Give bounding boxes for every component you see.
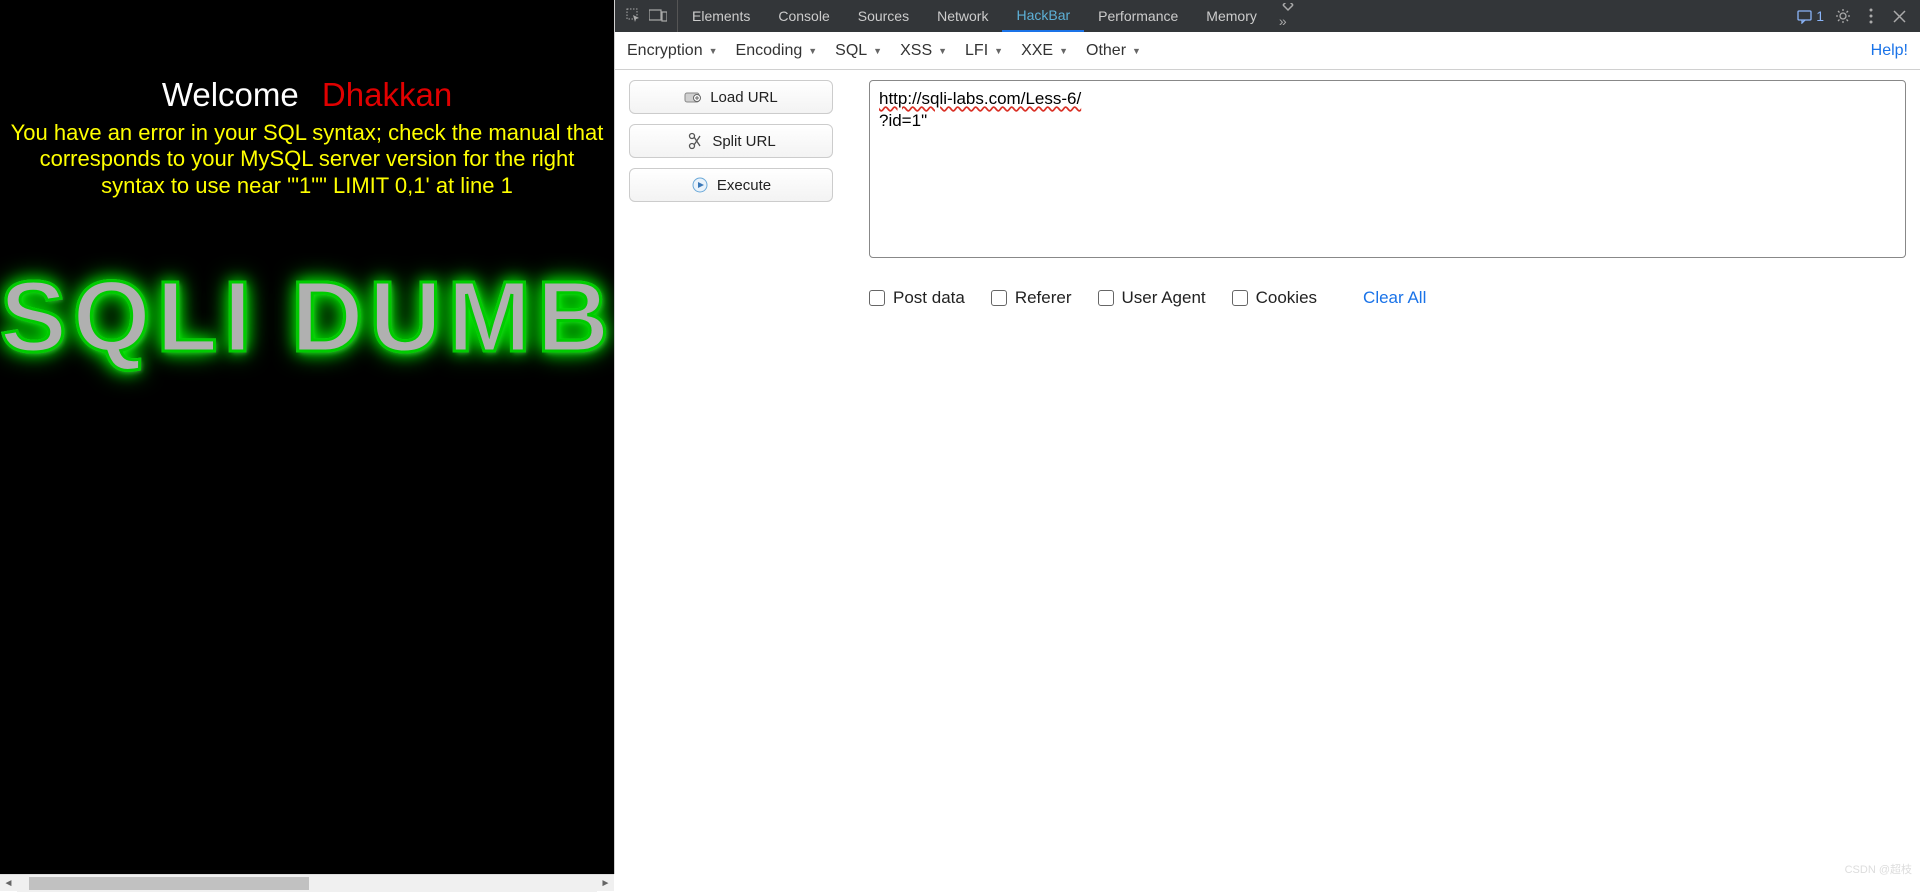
devtools-panel: Elements Console Sources Network HackBar… — [614, 0, 1920, 874]
help-link[interactable]: Help! — [1871, 42, 1908, 60]
sqli-banner: SQLI DUMB — [0, 260, 614, 375]
scroll-thumb[interactable] — [29, 877, 309, 890]
checkbox-user-agent[interactable]: User Agent — [1098, 288, 1206, 308]
scroll-track[interactable] — [17, 875, 597, 892]
clear-all-link[interactable]: Clear All — [1363, 288, 1426, 308]
welcome-text: Welcome — [162, 76, 299, 113]
device-toolbar-icon[interactable] — [649, 7, 667, 25]
tab-hackbar[interactable]: HackBar — [1002, 0, 1084, 32]
scroll-left-arrow[interactable]: ◄ — [0, 875, 17, 892]
load-url-button[interactable]: Load URL — [629, 80, 833, 114]
settings-icon[interactable] — [1834, 7, 1852, 25]
checkbox-referer[interactable]: Referer — [991, 288, 1072, 308]
webpage-panel: Welcome Dhakkan You have an error in you… — [0, 0, 614, 874]
close-devtools-icon[interactable] — [1890, 7, 1908, 25]
tab-memory[interactable]: Memory — [1192, 0, 1271, 32]
split-url-button[interactable]: Split URL — [629, 124, 833, 158]
tab-sources[interactable]: Sources — [844, 0, 923, 32]
scroll-right-arrow[interactable]: ► — [597, 875, 614, 892]
split-url-icon — [686, 132, 704, 150]
execute-icon — [691, 176, 709, 194]
execute-label: Execute — [717, 177, 771, 194]
hackbar-toolbar: Encryption▼ Encoding▼ SQL▼ XSS▼ LFI▼ XXE… — [615, 32, 1920, 70]
watermark: CSDN @超枝 — [1845, 861, 1912, 874]
dropdown-encryption[interactable]: Encryption▼ — [627, 42, 718, 60]
tab-network[interactable]: Network — [923, 0, 1002, 32]
checkbox-cookies[interactable]: Cookies — [1232, 288, 1317, 308]
dropdown-sql[interactable]: SQL▼ — [835, 42, 882, 60]
devtools-tabs: Elements Console Sources Network HackBar… — [678, 0, 1785, 32]
tab-console[interactable]: Console — [764, 0, 843, 32]
welcome-heading: Welcome Dhakkan — [0, 76, 614, 114]
more-tabs-icon[interactable]: » — [1271, 3, 1305, 29]
url-textarea[interactable] — [869, 80, 1906, 258]
devtools-header: Elements Console Sources Network HackBar… — [615, 0, 1920, 32]
load-url-label: Load URL — [710, 89, 778, 106]
inspect-element-icon[interactable] — [625, 7, 643, 25]
dropdown-xxe[interactable]: XXE▼ — [1021, 42, 1068, 60]
dhakkan-text: Dhakkan — [322, 76, 452, 113]
tab-elements[interactable]: Elements — [678, 0, 764, 32]
tab-performance[interactable]: Performance — [1084, 0, 1192, 32]
more-options-icon[interactable] — [1862, 7, 1880, 25]
sql-error-message: You have an error in your SQL syntax; ch… — [0, 120, 614, 199]
checkbox-post-data[interactable]: Post data — [869, 288, 965, 308]
message-count: 1 — [1816, 8, 1824, 24]
split-url-label: Split URL — [712, 133, 775, 150]
dropdown-lfi[interactable]: LFI▼ — [965, 42, 1003, 60]
dropdown-encoding[interactable]: Encoding▼ — [736, 42, 818, 60]
load-url-icon — [684, 88, 702, 106]
hackbar-body: Load URL Split URL Execute — [615, 70, 1920, 318]
checkbox-row: Post data Referer User Agent Cookies Cle… — [869, 288, 1906, 308]
message-badge[interactable]: 1 — [1797, 8, 1824, 24]
horizontal-scrollbar[interactable]: ◄ ► — [0, 874, 614, 891]
dropdown-xss[interactable]: XSS▼ — [900, 42, 947, 60]
dropdown-other[interactable]: Other▼ — [1086, 42, 1141, 60]
execute-button[interactable]: Execute — [629, 168, 833, 202]
